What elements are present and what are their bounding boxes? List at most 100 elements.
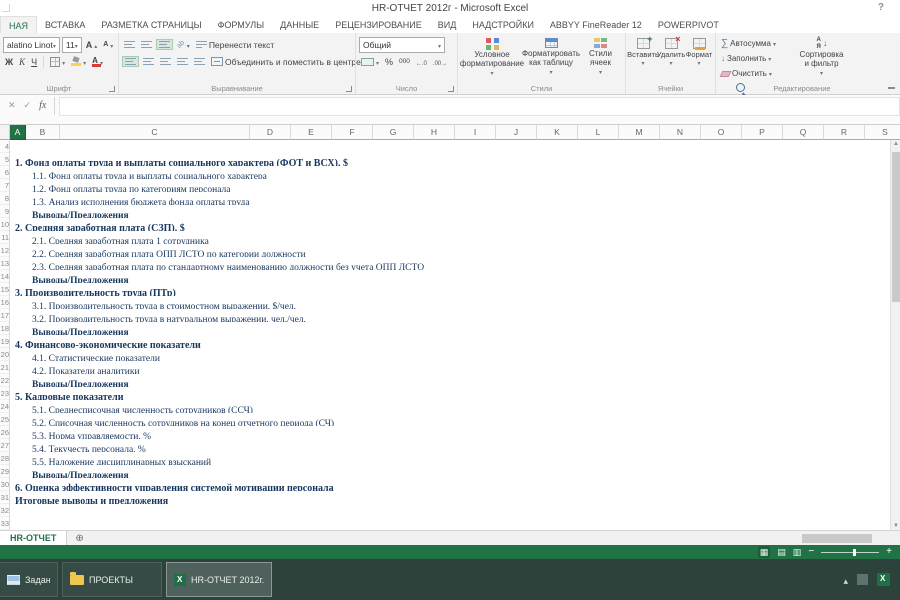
zoom-out-icon[interactable]: − (808, 546, 814, 558)
sheet-cell[interactable]: 2.3. Средняя заработная плата по стандар… (10, 262, 424, 270)
row-header[interactable]: 32 (0, 504, 9, 517)
autosum-button[interactable]: ∑ Автосумма (719, 36, 799, 51)
column-header[interactable]: I (455, 125, 496, 140)
format-as-table-button[interactable]: Форматировать как таблицу (522, 36, 580, 82)
font-color-button[interactable]: А (90, 56, 105, 68)
sheet-cell[interactable]: Выводы/Предложения (10, 470, 129, 478)
zoom-slider[interactable] (821, 548, 880, 556)
fill-button[interactable]: Заполнить (719, 51, 799, 66)
scroll-down-icon[interactable] (891, 523, 900, 529)
page-layout-view-icon[interactable] (777, 546, 786, 558)
column-header[interactable]: D (250, 125, 291, 140)
row-header[interactable]: 15 (0, 283, 9, 296)
borders-button[interactable] (48, 56, 67, 68)
alignment-dialog-launcher-icon[interactable] (346, 86, 352, 92)
column-header[interactable]: R (824, 125, 865, 140)
row-header[interactable]: 23 (0, 387, 9, 400)
accounting-format-button[interactable] (359, 56, 381, 68)
italic-button[interactable]: К (17, 56, 27, 68)
sheet-cell[interactable]: Выводы/Предложения (10, 327, 129, 335)
column-header[interactable]: B (26, 125, 60, 140)
ribbon-tab[interactable]: НАЯ (0, 16, 38, 33)
fill-color-button[interactable] (69, 56, 88, 68)
sheet-cell[interactable]: 2.2. Средняя заработная плата ОПП ЛСТО п… (10, 249, 306, 257)
delete-cells-button[interactable]: Удалить (657, 34, 686, 82)
row-header[interactable]: 25 (0, 413, 9, 426)
ribbon-tab[interactable]: ФОРМУЛЫ (210, 16, 273, 33)
sheet-tab[interactable]: HR-ОТЧЕТ (0, 531, 68, 545)
zoom-slider-thumb[interactable] (853, 548, 857, 556)
sheet-cell[interactable]: 5.4. Текучесть персонала, % (10, 444, 146, 452)
column-header[interactable]: K (537, 125, 578, 140)
horizontal-scrollbar-thumb[interactable] (802, 534, 872, 543)
ribbon-tab[interactable]: ДАННЫЕ (272, 16, 327, 33)
vertical-scrollbar-thumb[interactable] (892, 152, 900, 302)
column-header[interactable]: Q (783, 125, 824, 140)
row-header[interactable]: 18 (0, 322, 9, 335)
insert-cells-button[interactable]: Вставить (627, 34, 659, 82)
percent-style-button[interactable]: % (383, 56, 395, 68)
ribbon-tab[interactable]: ВИД (430, 16, 465, 33)
quick-access-toolbar[interactable] (2, 4, 10, 12)
row-header[interactable]: 26 (0, 426, 9, 439)
sheet-cell[interactable]: 5.2. Списочная численность сотрудников н… (10, 418, 334, 426)
sheet-cell[interactable]: 1.1. Фонд оплаты труда и выплаты социаль… (10, 171, 267, 179)
ribbon-tab[interactable]: РАЗМЕТКА СТРАНИЦЫ (93, 16, 209, 33)
collapse-ribbon-icon[interactable] (888, 87, 895, 92)
sheet-cell[interactable]: 5.1. Среднесписочная численность сотрудн… (10, 405, 253, 413)
row-header[interactable]: 21 (0, 361, 9, 374)
sheet-cell[interactable]: 4. Финансово-экономические показатели (10, 339, 201, 348)
sheet-cell[interactable]: 6. Оценка эффективности управления систе… (10, 482, 334, 491)
column-header[interactable]: H (414, 125, 455, 140)
row-header[interactable]: 22 (0, 374, 9, 387)
row-header[interactable]: 31 (0, 491, 9, 504)
column-header[interactable]: C (60, 125, 250, 140)
row-header[interactable]: 27 (0, 439, 9, 452)
number-format-combo[interactable]: Общий (359, 36, 445, 53)
tray-excel-icon[interactable] (877, 573, 890, 586)
row-header[interactable]: 8 (0, 192, 9, 205)
page-break-view-icon[interactable] (793, 546, 802, 558)
underline-button[interactable]: Ч (29, 56, 39, 68)
sheet-cell[interactable]: 5.5. Наложение дисциплинарных взысканий (10, 457, 211, 465)
sheet-cell[interactable]: Выводы/Предложения (10, 275, 129, 283)
scroll-up-icon[interactable] (891, 141, 900, 147)
column-header[interactable]: A (10, 125, 26, 140)
row-header[interactable]: 9 (0, 205, 9, 218)
sheet-cell[interactable]: 4.1. Статистические показатели (10, 353, 160, 361)
help-button[interactable]: ? (878, 2, 884, 13)
bold-button[interactable]: Ж (3, 56, 15, 68)
tray-app-icon[interactable] (857, 574, 868, 585)
column-header[interactable]: L (578, 125, 619, 140)
increase-decimal-button[interactable] (414, 56, 429, 68)
font-name-combo[interactable]: alatino Linot (3, 36, 60, 53)
sheet-cell[interactable]: 2. Средняя заработная плата (СЗП), $ (10, 222, 185, 231)
vertical-scrollbar[interactable] (890, 140, 900, 530)
row-header[interactable]: 28 (0, 452, 9, 465)
orientation-button[interactable] (175, 39, 192, 51)
grow-font-button[interactable]: А (84, 39, 100, 51)
column-header[interactable]: O (701, 125, 742, 140)
column-header[interactable]: P (742, 125, 783, 140)
row-header[interactable]: 10 (0, 218, 9, 231)
sheet-cell[interactable]: 1. Фонд оплаты труда и выплаты социально… (10, 157, 348, 166)
sheet-cell[interactable]: Выводы/Предложения (10, 210, 129, 218)
wrap-text-button[interactable]: Перенести текст (194, 39, 276, 51)
column-header[interactable]: E (291, 125, 332, 140)
comma-style-button[interactable]: 000 (397, 57, 412, 66)
font-dialog-launcher-icon[interactable] (109, 86, 115, 92)
insert-function-icon[interactable]: fx (35, 97, 50, 111)
decrease-indent-button[interactable] (175, 57, 190, 66)
conditional-formatting-button[interactable]: Условное форматирование (460, 36, 524, 82)
format-cells-button[interactable]: Формат (685, 36, 713, 82)
taskbar-item[interactable]: ПРОЕКТЫ (62, 562, 162, 597)
row-header[interactable]: 6 (0, 166, 9, 179)
merge-center-button[interactable]: Объединить и поместить в центре (209, 56, 368, 68)
row-header[interactable]: 4 (0, 140, 9, 153)
sort-filter-button[interactable]: Сортировка и фильтр (799, 36, 844, 81)
row-header[interactable]: 5 (0, 153, 9, 166)
row-header[interactable]: 29 (0, 465, 9, 478)
align-middle-button[interactable] (139, 40, 154, 49)
column-header[interactable]: S (865, 125, 900, 140)
formula-input[interactable] (59, 97, 900, 116)
